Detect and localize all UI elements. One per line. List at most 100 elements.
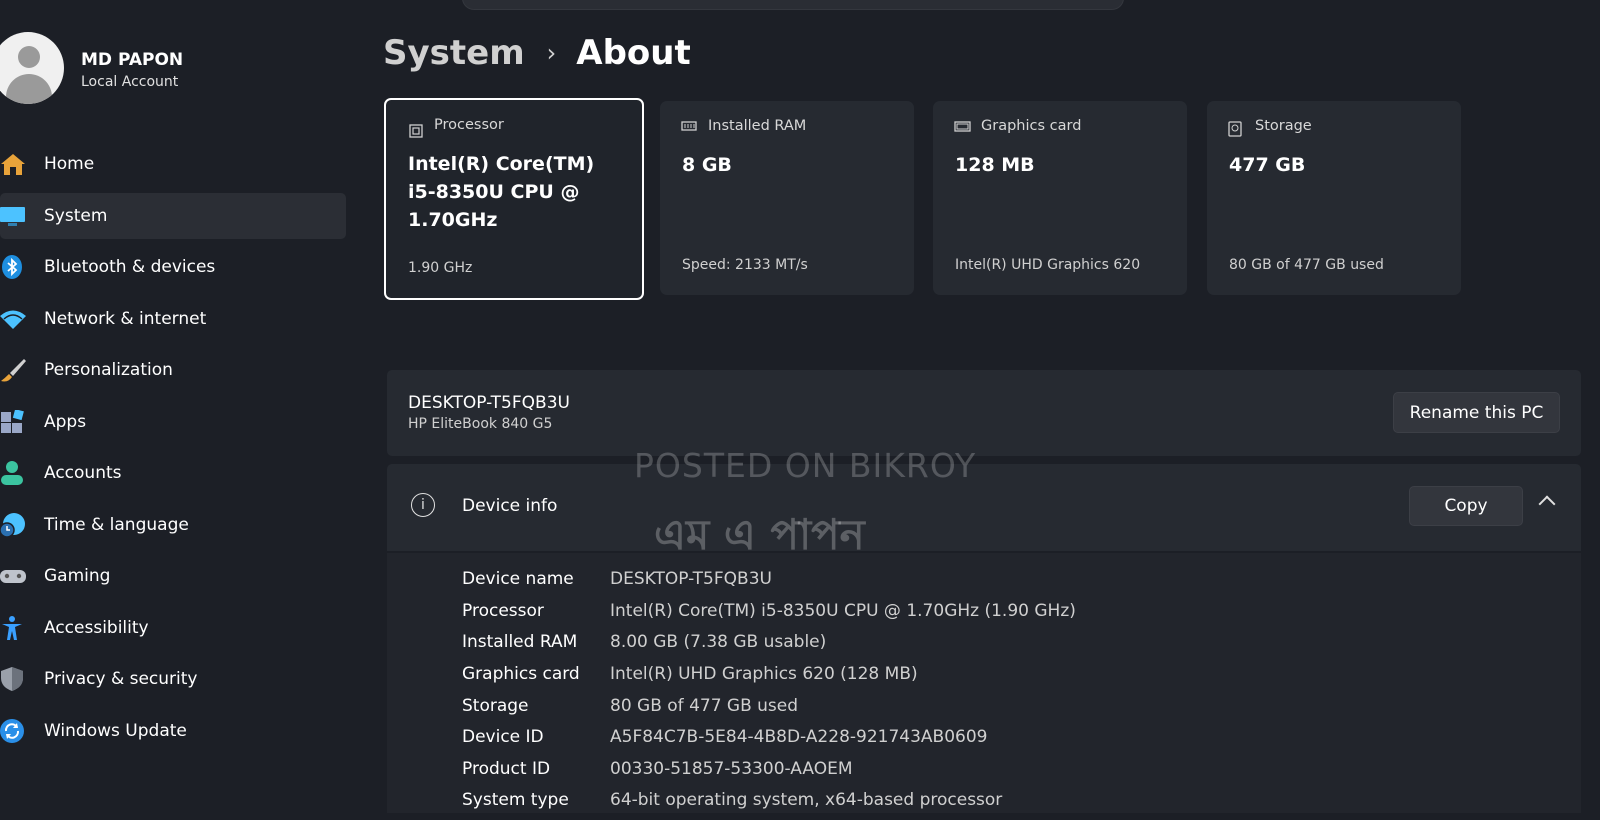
wifi-icon xyxy=(0,310,26,329)
info-row: Processor Intel(R) Core(TM) i5-8350U CPU… xyxy=(462,601,1076,631)
breadcrumb-parent[interactable]: System xyxy=(383,33,525,73)
info-value[interactable]: 00330-51857-53300-AAOEM xyxy=(610,759,853,789)
sidebar-item-label: Accessibility xyxy=(44,617,149,638)
pc-name: DESKTOP-T5FQB3U xyxy=(408,393,570,413)
info-key: Storage xyxy=(462,696,529,716)
device-info-body: Device name DESKTOP-T5FQB3U Processor In… xyxy=(387,553,1581,813)
chevron-up-icon[interactable] xyxy=(1538,495,1556,513)
ram-icon xyxy=(681,121,697,131)
sidebar-item-network[interactable]: Network & internet xyxy=(0,296,346,342)
sidebar-item-bluetooth[interactable]: Bluetooth & devices xyxy=(0,244,346,290)
monitor-icon xyxy=(0,206,25,226)
sidebar-item-personalization[interactable]: Personalization xyxy=(0,347,346,393)
gpu-icon xyxy=(954,121,971,132)
pc-model: HP EliteBook 840 G5 xyxy=(408,416,553,432)
sidebar-item-label: Network & internet xyxy=(44,308,207,329)
card-label: Graphics card xyxy=(981,118,1082,134)
profile-account-type: Local Account xyxy=(81,74,179,90)
sidebar-item-apps[interactable]: Apps xyxy=(0,399,346,445)
card-label: Installed RAM xyxy=(708,118,807,134)
person-icon xyxy=(1,461,23,485)
profile-section[interactable]: MD PAPON Local Account xyxy=(0,30,340,110)
pc-name-panel: DESKTOP-T5FQB3U HP EliteBook 840 G5 Rena… xyxy=(387,370,1581,456)
home-icon xyxy=(1,154,25,175)
update-icon xyxy=(0,718,24,743)
card-label: Processor xyxy=(434,117,504,133)
card-value: Intel(R) Core(TM) i5-8350U CPU @ 1.70GHz xyxy=(408,153,595,231)
graphics-card[interactable]: Graphics card 128 MB Intel(R) UHD Graphi… xyxy=(933,101,1187,295)
info-value[interactable]: 80 GB of 477 GB used xyxy=(610,696,798,726)
card-subtext: 1.90 GHz xyxy=(408,260,473,276)
info-value[interactable]: Intel(R) UHD Graphics 620 (128 MB) xyxy=(610,664,918,694)
sidebar-item-privacy-security[interactable]: Privacy & security xyxy=(0,656,346,702)
sidebar-item-gaming[interactable]: Gaming xyxy=(0,553,346,599)
avatar xyxy=(0,32,64,104)
search-bar[interactable] xyxy=(462,0,1124,10)
info-row: Installed RAM 8.00 GB (7.38 GB usable) xyxy=(462,632,826,662)
info-row: Storage 80 GB of 477 GB used xyxy=(462,696,798,726)
brush-icon xyxy=(1,359,26,382)
info-row: Product ID 00330-51857-53300-AAOEM xyxy=(462,759,853,789)
sidebar-item-label: Accounts xyxy=(44,463,122,483)
info-key: Product ID xyxy=(462,759,551,779)
info-key: Device name xyxy=(462,569,574,589)
card-value: 8 GB xyxy=(682,154,732,176)
sidebar-item-label: Personalization xyxy=(44,360,173,380)
card-label: Storage xyxy=(1255,118,1312,134)
sidebar-item-label: Apps xyxy=(44,411,87,432)
processor-card[interactable]: Processor Intel(R) Core(TM) i5-8350U CPU… xyxy=(384,98,644,300)
card-subtext: Intel(R) UHD Graphics 620 xyxy=(955,257,1141,273)
info-value[interactable]: 64-bit operating system, x64-based proce… xyxy=(610,790,1002,820)
breadcrumb: System › About xyxy=(383,28,691,78)
watermark-signature: এম এ পাপন xyxy=(654,510,865,559)
sidebar-item-label: Windows Update xyxy=(44,720,187,741)
gamepad-icon xyxy=(0,570,26,583)
info-key: Device ID xyxy=(462,727,544,747)
cpu-icon xyxy=(409,124,423,138)
watermark-text: POSTED ON BIKROY xyxy=(634,446,977,485)
card-subtext: 80 GB of 477 GB used xyxy=(1229,257,1384,273)
sidebar-item-label: Home xyxy=(44,154,95,174)
info-row: Graphics card Intel(R) UHD Graphics 620 … xyxy=(462,664,918,694)
accessibility-icon xyxy=(2,615,22,640)
sidebar-item-time-language[interactable]: Time & language xyxy=(0,502,346,548)
info-value[interactable]: Intel(R) Core(TM) i5-8350U CPU @ 1.70GHz… xyxy=(610,601,1076,631)
info-icon: i xyxy=(411,493,435,517)
storage-icon xyxy=(1228,121,1242,137)
apps-icon xyxy=(1,409,24,433)
globe-clock-icon xyxy=(0,512,25,537)
sidebar-item-label: Gaming xyxy=(44,566,111,586)
sidebar-item-home[interactable]: Home xyxy=(0,141,346,187)
storage-card[interactable]: Storage 477 GB 80 GB of 477 GB used xyxy=(1207,101,1461,295)
sidebar-item-accounts[interactable]: Accounts xyxy=(0,450,346,496)
device-info-title: Device info xyxy=(462,496,558,516)
card-value: 477 GB xyxy=(1229,154,1306,176)
rename-pc-button[interactable]: Rename this PC xyxy=(1393,392,1560,433)
shield-icon xyxy=(1,667,23,691)
info-key: Processor xyxy=(462,601,544,621)
sidebar-nav: Home System Bluetooth & devices Network … xyxy=(0,141,350,759)
sidebar-item-windows-update[interactable]: Windows Update xyxy=(0,708,346,754)
sidebar-item-label: Time & language xyxy=(44,514,189,535)
info-value[interactable]: 8.00 GB (7.38 GB usable) xyxy=(610,632,826,662)
info-row: System type 64-bit operating system, x64… xyxy=(462,790,1002,820)
info-key: Graphics card xyxy=(462,664,580,684)
profile-name: MD PAPON xyxy=(81,50,184,70)
info-value[interactable]: A5F84C7B-5E84-4B8D-A228-921743AB0609 xyxy=(610,727,987,757)
device-info-header[interactable]: i Device info Copy xyxy=(387,464,1581,551)
card-subtext: Speed: 2133 MT/s xyxy=(682,257,808,273)
info-row: Device name DESKTOP-T5FQB3U xyxy=(462,569,772,599)
copy-button[interactable]: Copy xyxy=(1409,486,1523,526)
ram-card[interactable]: Installed RAM 8 GB Speed: 2133 MT/s xyxy=(660,101,914,295)
bluetooth-icon xyxy=(2,255,22,279)
info-value[interactable]: DESKTOP-T5FQB3U xyxy=(610,569,772,599)
sidebar-item-label: Privacy & security xyxy=(44,669,198,689)
info-key: Installed RAM xyxy=(462,632,578,652)
sidebar-item-label: System xyxy=(44,205,108,226)
page-title: About xyxy=(576,33,691,73)
card-value: 128 MB xyxy=(955,154,1035,176)
chevron-right-icon: › xyxy=(546,39,557,67)
sidebar-item-label: Bluetooth & devices xyxy=(44,257,216,277)
sidebar-item-accessibility[interactable]: Accessibility xyxy=(0,605,346,651)
sidebar-item-system[interactable]: System xyxy=(0,192,346,239)
